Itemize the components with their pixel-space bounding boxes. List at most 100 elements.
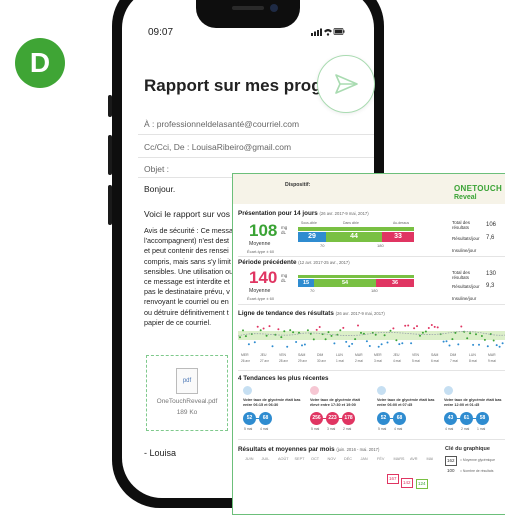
trend-point <box>247 343 250 346</box>
trend-point <box>427 327 430 329</box>
notice-line: Avis de sécurité : Ce messa <box>144 226 233 235</box>
day-label: LUN <box>336 353 343 357</box>
trend-reading-date: 2 mai <box>343 427 352 431</box>
month-label: JUIN <box>245 457 254 461</box>
unit-mg: mg dL <box>281 273 287 283</box>
trend-point <box>303 343 306 346</box>
divider <box>238 304 505 305</box>
trend-point <box>483 338 486 341</box>
trend-point <box>410 342 413 345</box>
threshold-low: 70 <box>310 288 315 293</box>
bar-high: 33 <box>382 232 414 242</box>
cc-from-field[interactable]: Cc/Cci, De : LouisaRibeiro@gmail.com <box>144 142 291 152</box>
notice-line: l'accompagnent) n'est dest <box>144 236 230 246</box>
phone-mute-switch <box>108 95 112 117</box>
trend-point <box>342 326 345 329</box>
send-button[interactable] <box>317 55 375 113</box>
trend-reading-date: 5 mai <box>378 427 387 431</box>
trend-line-dates: (26 avr. 2017-9 mai, 2017) <box>335 311 385 316</box>
trend-point <box>416 325 418 328</box>
day-label: JEU <box>393 353 400 357</box>
notice-line: et peut contenir des rensei <box>144 246 229 256</box>
previous-bar-low: 15 <box>298 279 314 287</box>
email-signoff: - Louisa <box>144 448 177 458</box>
trend-point <box>244 335 247 338</box>
trend-point <box>298 331 300 334</box>
phone-volume-down <box>108 185 112 225</box>
trend-point <box>306 329 309 332</box>
trend-point <box>318 326 321 328</box>
day-label: DIM <box>317 353 324 357</box>
trend-line-title: Ligne de tendance des résultats <box>238 310 334 317</box>
date-label: 28 avr <box>279 359 288 363</box>
unit-mg: mg dL <box>281 225 287 235</box>
date-label: 8 mai <box>469 359 477 363</box>
email-intro: Voici le rapport sur vos <box>144 209 230 219</box>
date-label: 6 mai <box>431 359 439 363</box>
day-label: LUN <box>469 353 476 357</box>
date-label: 4 mai <box>393 359 401 363</box>
date-label: 30 avr <box>317 359 326 363</box>
divider <box>138 157 374 158</box>
trend-point <box>354 338 357 341</box>
trend-point <box>365 340 368 343</box>
unit-bottom: dL <box>281 278 287 283</box>
overview-title: Présentation pour 14 jours <box>238 210 318 217</box>
previous-average-value: 140 <box>249 268 278 287</box>
trend-point <box>407 324 410 327</box>
email-greeting: Bonjour. <box>144 184 176 194</box>
phone-speaker <box>232 6 264 10</box>
trend-point <box>374 333 377 336</box>
trend-point <box>380 343 383 346</box>
date-label: 5 mai <box>412 359 420 363</box>
trend-reading: 61 <box>460 412 473 425</box>
trend-point <box>472 343 475 346</box>
trend-point <box>392 327 395 330</box>
sd-label: Écart-type ± 60 <box>247 249 275 254</box>
trend-point <box>324 338 327 341</box>
trend-point <box>492 339 495 342</box>
trend-alert-icon <box>310 386 319 395</box>
trend-point <box>404 324 407 327</box>
trend-reading: 58 <box>476 412 489 425</box>
trend-point <box>265 334 268 337</box>
trend-point <box>377 345 380 348</box>
trend-alert-icon <box>377 386 386 395</box>
status-icons <box>311 27 345 38</box>
previous-total-value: 130 <box>486 271 497 277</box>
bar-in-range: 44 <box>326 232 382 242</box>
trend-point <box>395 339 398 342</box>
trend-reading: 68 <box>393 412 406 425</box>
trend-point <box>413 327 416 330</box>
previous-title: Période précédente <box>238 259 297 266</box>
trend-point <box>277 328 280 331</box>
trend-point <box>498 345 501 348</box>
trend-description: Votre taux de glycémie était bas entre 0… <box>243 398 301 407</box>
overview-dates: (26 avr. 2017-9 mai, 2017) <box>319 211 369 216</box>
trend-reading: 52 <box>377 412 390 425</box>
notice-line: sensibles. Une utilisation ou <box>144 266 234 276</box>
trend-reading: 223 <box>326 412 339 425</box>
month-label: JAN <box>360 457 368 461</box>
trend-reading-date: 4 mai <box>445 427 454 431</box>
to-field[interactable]: À : professionneldelasanté@courriel.com <box>144 119 299 129</box>
day-label: MAR <box>488 353 496 357</box>
bar-caption-high: Au-dessus <box>393 221 410 225</box>
monthly-heading: Résultats et moyennes par mois (juin. 20… <box>238 446 379 453</box>
phone-notch <box>196 0 300 28</box>
trend-point <box>475 333 477 336</box>
legend-count-value: 100 <box>447 468 455 473</box>
per-day-label: Résultats/jour <box>452 236 480 241</box>
average-value: 108 <box>249 221 278 240</box>
trend-point <box>421 331 424 334</box>
trend-point <box>445 340 448 343</box>
previous-bar-high: 36 <box>376 279 414 287</box>
previous-bar-in-range: 54 <box>314 279 376 287</box>
per-day-value: 7,6 <box>486 235 495 241</box>
subject-field[interactable]: Objet : <box>144 164 169 174</box>
pdf-attachment[interactable]: pdf OneTouchReveal.pdf 189 Ko <box>146 355 228 431</box>
trend-point <box>280 336 283 339</box>
insulin-label: Insuline/jour <box>452 248 477 253</box>
month-label: MARS <box>393 457 405 461</box>
phone-camera <box>270 4 278 12</box>
